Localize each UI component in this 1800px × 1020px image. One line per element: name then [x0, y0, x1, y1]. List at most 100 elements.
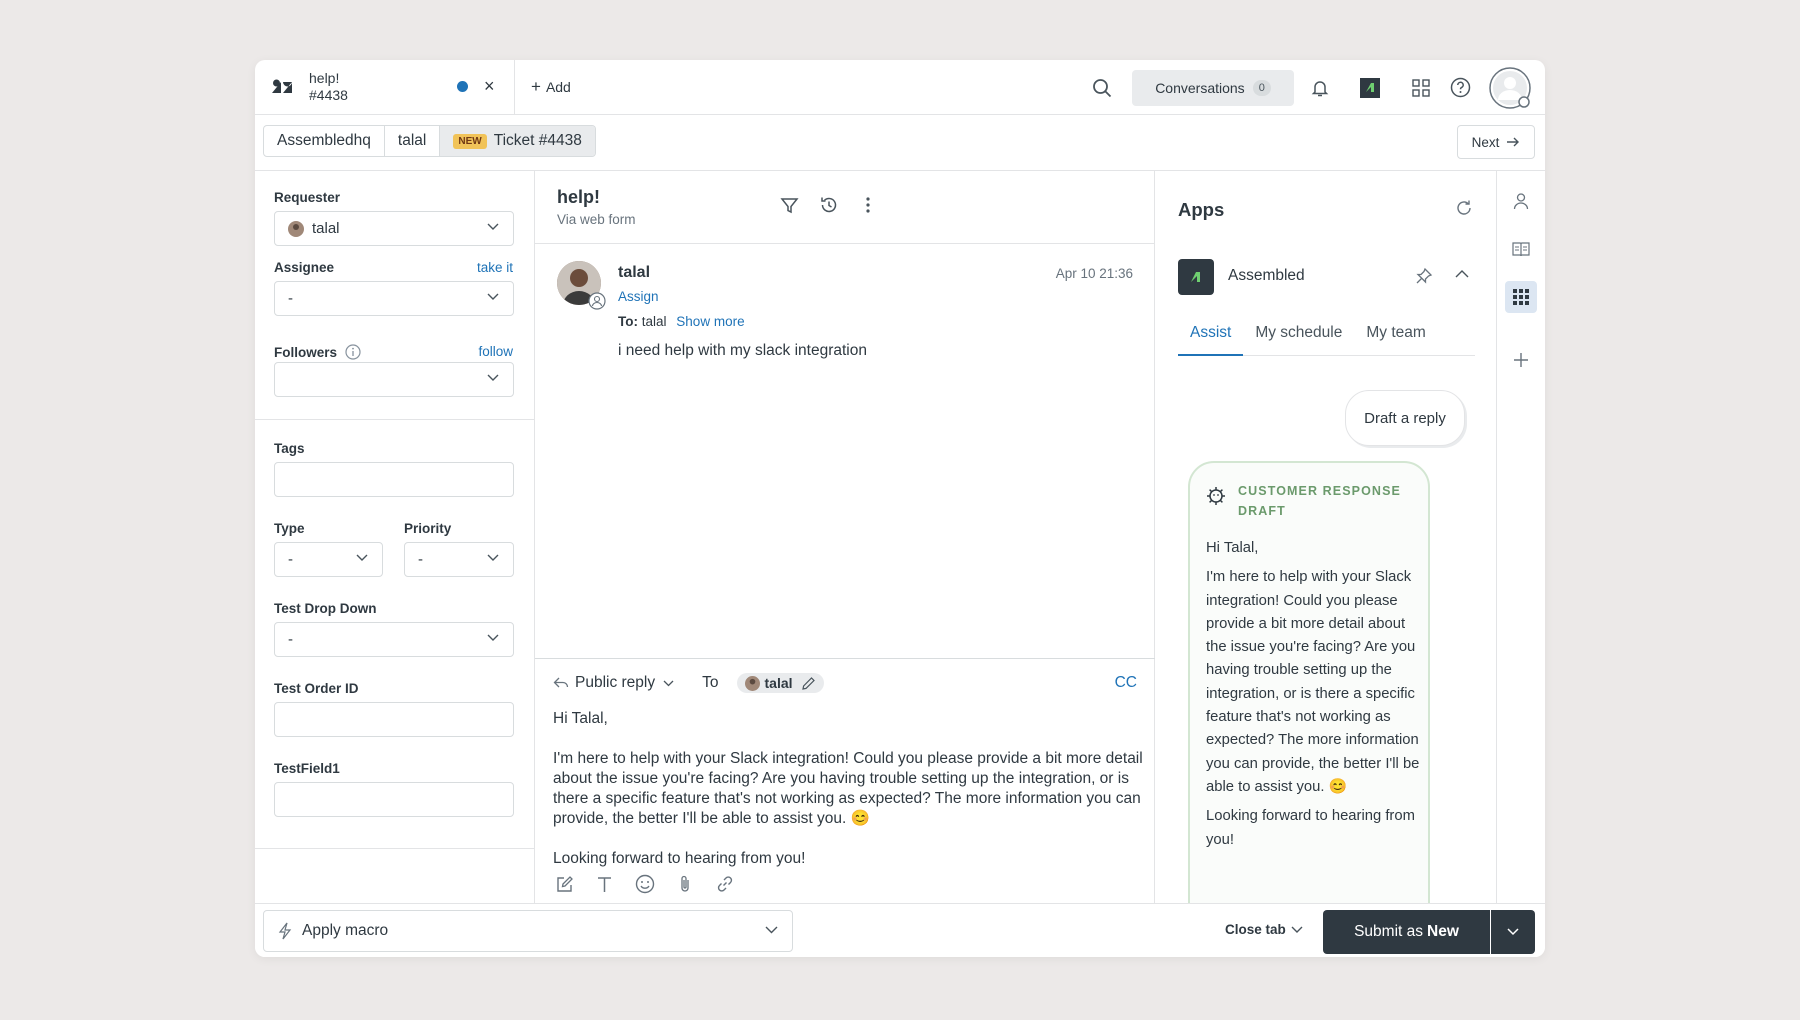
refresh-icon[interactable]: [1455, 199, 1473, 217]
user-avatar[interactable]: [1489, 66, 1531, 109]
filter-icon[interactable]: [780, 195, 799, 215]
testfield1-input[interactable]: [274, 782, 514, 817]
add-tab-button[interactable]: + Add: [531, 77, 571, 97]
draft-reply-button[interactable]: Draft a reply: [1345, 390, 1465, 446]
submit-button[interactable]: Submit as New: [1323, 910, 1490, 954]
conversations-button[interactable]: Conversations 0: [1132, 69, 1294, 106]
requester-value: talal: [312, 220, 340, 237]
divider: [255, 419, 535, 420]
end-user-badge-icon: [588, 292, 606, 310]
unread-dot: [457, 80, 468, 92]
card-closing: Looking forward to hearing from you!: [1206, 808, 1415, 848]
ticket-channel: Via web form: [557, 212, 636, 227]
close-tab-icon[interactable]: ×: [484, 76, 495, 97]
attachment-icon[interactable]: [676, 874, 694, 894]
to-label: To:: [618, 314, 638, 329]
requester-select[interactable]: talal: [274, 211, 514, 246]
emoji-icon[interactable]: [635, 874, 655, 894]
type-select[interactable]: -: [274, 542, 383, 577]
message-author[interactable]: talal: [618, 264, 650, 282]
breadcrumb-user[interactable]: talal: [385, 126, 441, 156]
priority-select[interactable]: -: [404, 542, 514, 577]
priority-label: Priority: [404, 521, 452, 536]
tags-label: Tags: [274, 441, 305, 456]
type-label: Type: [274, 521, 305, 536]
card-heading: CUSTOMER RESPONSE DRAFT: [1238, 484, 1401, 518]
card-paragraph: I'm here to help with your Slack integra…: [1206, 569, 1420, 795]
card-body[interactable]: Hi Talal, I'm here to help with your Sla…: [1206, 537, 1421, 858]
testfield1-label: TestField1: [274, 761, 340, 776]
apps-title: Apps: [1178, 199, 1225, 220]
plus-icon: +: [531, 77, 541, 96]
requester-label: Requester: [274, 190, 341, 205]
arrow-right-icon: [1507, 137, 1520, 147]
chevron-down-icon: [356, 554, 368, 561]
close-tab-label: Close tab: [1225, 922, 1286, 937]
context-rail: [1497, 171, 1545, 903]
add-app-plus-icon[interactable]: [1505, 344, 1537, 376]
chevron-down-icon[interactable]: [663, 680, 674, 687]
reply-type-select[interactable]: Public reply: [575, 674, 655, 692]
assembled-app-icon[interactable]: [1360, 77, 1380, 98]
recipient-avatar: [744, 675, 760, 691]
test-drop-down-select[interactable]: -: [274, 622, 514, 657]
close-tab-button[interactable]: Close tab: [1225, 922, 1303, 937]
reply-closing: Looking forward to hearing from you!: [553, 850, 806, 867]
knowledge-icon[interactable]: [1505, 233, 1537, 265]
app-window: help! #4438 × + Add Conversations 0 Asse…: [255, 60, 1545, 957]
ticket-tab[interactable]: help! #4438 ×: [255, 60, 515, 115]
take-it-link[interactable]: take it: [477, 260, 513, 275]
compose-edit-icon[interactable]: [555, 874, 574, 894]
to-value: talal: [641, 314, 667, 329]
conversations-count-badge: 0: [1252, 79, 1271, 96]
follow-link[interactable]: follow: [478, 344, 513, 359]
reply-greeting: Hi Talal,: [553, 710, 608, 727]
submit-label: Submit as: [1354, 923, 1424, 940]
reply-icon: [553, 677, 569, 688]
recipient-pill[interactable]: talal: [736, 673, 824, 693]
history-icon[interactable]: [819, 195, 839, 215]
tab-title-block: help! #4438: [309, 70, 348, 104]
more-options-icon[interactable]: [859, 195, 877, 215]
test-order-id-label: Test Order ID: [274, 681, 359, 696]
next-button[interactable]: Next: [1457, 125, 1535, 159]
assign-link[interactable]: Assign: [618, 289, 659, 304]
link-icon[interactable]: [715, 874, 735, 894]
tab-assist[interactable]: Assist: [1178, 321, 1244, 356]
ticket-properties-panel: Requester talal Assignee take it - Follo…: [255, 171, 535, 903]
help-icon[interactable]: [1450, 77, 1471, 98]
cc-button[interactable]: CC: [1115, 674, 1137, 692]
tab-ticket-number: #4438: [309, 87, 348, 103]
reply-textarea[interactable]: Hi Talal, I'm here to help with your Sla…: [553, 709, 1143, 889]
customer-context-icon[interactable]: [1505, 185, 1537, 217]
show-more-link[interactable]: Show more: [676, 314, 744, 329]
apply-macro-select[interactable]: Apply macro: [263, 910, 793, 952]
info-icon[interactable]: [345, 344, 361, 360]
bell-icon[interactable]: [1310, 78, 1330, 98]
text-format-icon[interactable]: [595, 874, 614, 894]
tab-my-schedule[interactable]: My schedule: [1243, 321, 1354, 356]
apps-grid-icon[interactable]: [1412, 78, 1430, 97]
reply-composer: Public reply To talal CC Hi Talal, I'm h…: [535, 658, 1155, 903]
followers-label: Followers: [274, 344, 338, 360]
breadcrumb-ticket[interactable]: NEW Ticket #4438: [440, 126, 595, 156]
next-label: Next: [1471, 134, 1500, 150]
tab-title: help!: [309, 70, 340, 86]
tags-input[interactable]: [274, 462, 514, 497]
chevron-up-icon[interactable]: [1455, 269, 1469, 278]
search-icon[interactable]: [1092, 78, 1112, 98]
test-drop-down-label: Test Drop Down: [274, 601, 377, 616]
apps-rail-icon[interactable]: [1505, 281, 1537, 313]
to-label: To: [702, 674, 719, 691]
submit-options-button[interactable]: [1491, 910, 1535, 954]
followers-select[interactable]: [274, 362, 514, 397]
divider: [255, 848, 535, 849]
edit-pencil-icon[interactable]: [801, 676, 816, 691]
pin-icon[interactable]: [1415, 267, 1433, 285]
breadcrumb-org[interactable]: Assembledhq: [264, 126, 385, 156]
tab-my-team[interactable]: My team: [1354, 321, 1437, 356]
test-order-id-input[interactable]: [274, 702, 514, 737]
chevron-down-icon: [1291, 926, 1303, 933]
lightning-icon: [278, 922, 292, 940]
assignee-select[interactable]: -: [274, 281, 514, 316]
